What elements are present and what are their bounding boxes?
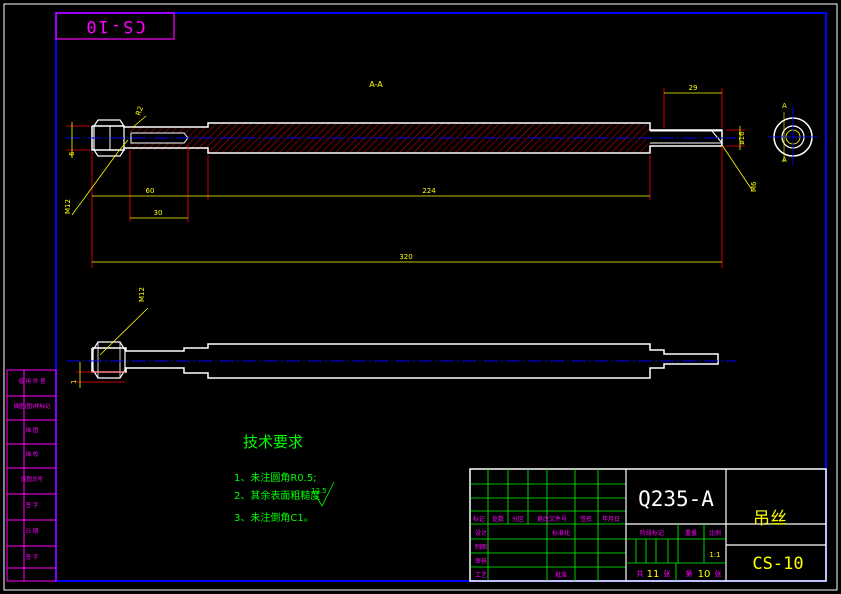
side-cell-6: 签 字 (26, 501, 39, 509)
section-label: A-A (369, 80, 383, 89)
side-cell-1: 借 用 件 登 (18, 377, 46, 385)
section-end-view: A A (768, 102, 818, 166)
dim-m12-bottom: M12 (138, 287, 146, 302)
rev-h-4: 更改文件号 (537, 515, 567, 523)
side-column: 借 用 件 登 描图(图)样标记 描 图 描 校 底图总号 签 字 日 期 签 … (6, 369, 57, 582)
engineering-drawing: CS-10 A-A 60 30 224 320 29 ø16 R2 M12 M6… (3, 3, 838, 591)
title-block: 标记 处数 分区 更改文件号 签名 年月日 设计 制图 审核 工艺 标准化 批准… (469, 468, 827, 582)
scale-label: 比例 (709, 529, 721, 537)
stage-label: 阶段标记 (640, 529, 664, 537)
section-marker-top: A (782, 102, 787, 110)
section-view (66, 119, 736, 157)
section-marker-bottom: A (782, 156, 787, 164)
top-dimensions (66, 88, 745, 268)
rev-h-2: 处数 (492, 515, 504, 523)
total-unit: 张 (664, 569, 671, 578)
tech-item-1: 1、未注圆角R0.5; (234, 471, 317, 484)
side-cell-3: 描 图 (26, 426, 39, 434)
tech-title: 技术要求 (243, 433, 303, 451)
side-cell-5: 底图总号 (21, 475, 44, 483)
rev-h-1: 标记 (473, 515, 485, 523)
rev-h-6: 年月日 (602, 515, 620, 523)
dim-m6: M6 (750, 181, 758, 192)
dim-1: 1 (70, 380, 78, 384)
dim-224: 224 (422, 187, 436, 195)
std-label: 标准化 (552, 529, 570, 537)
roughness-value: 12.5 (311, 487, 327, 495)
weight-label: 重量 (685, 529, 697, 537)
side-cell-2: 描图(图)样标记 (13, 402, 51, 410)
tech-item-3: 3、未注倒角C1。 (234, 511, 314, 524)
role-design: 设计 (475, 529, 487, 537)
dim-r2: R2 (134, 105, 145, 117)
material: Q235-A (638, 487, 714, 511)
side-cell-4: 描 校 (26, 450, 39, 458)
dim-320: 320 (399, 253, 412, 261)
dim-60: 60 (146, 187, 155, 195)
side-view (66, 307, 736, 388)
total-sheets: 11 (647, 569, 660, 580)
side-cell-8: 签 字 (26, 553, 39, 561)
sheet-unit: 张 (715, 569, 722, 578)
dim-phi16: ø16 (738, 131, 746, 145)
sheet-number: 10 (698, 569, 711, 580)
dim-29: 29 (689, 84, 698, 92)
drawing-code: CS-10 (752, 554, 803, 574)
dim-6: 6 (68, 151, 76, 156)
rev-h-5: 签名 (580, 515, 592, 523)
total-prefix: 共 (637, 569, 644, 578)
role-process: 工艺 (475, 571, 487, 579)
dim-30: 30 (154, 209, 163, 217)
sheet-prefix: 第 (686, 569, 693, 578)
role-check: 审核 (475, 557, 487, 565)
scale-value: 1:1 (709, 551, 720, 559)
tech-item-2: 2、其余表面粗糙度 (234, 489, 320, 502)
side-cell-7: 日 期 (26, 528, 39, 535)
dim-m12-top: M12 (64, 199, 72, 214)
approve-label: 批准 (555, 571, 567, 579)
role-draw: 制图 (475, 543, 487, 551)
part-name: 吊丝 (753, 509, 787, 529)
tech-requirements: 技术要求 1、未注圆角R0.5; 2、其余表面粗糙度 3、未注倒角C1。 12.… (234, 433, 335, 524)
drawing-number-stamp: CS-10 (84, 16, 145, 36)
rev-h-3: 分区 (512, 515, 524, 523)
